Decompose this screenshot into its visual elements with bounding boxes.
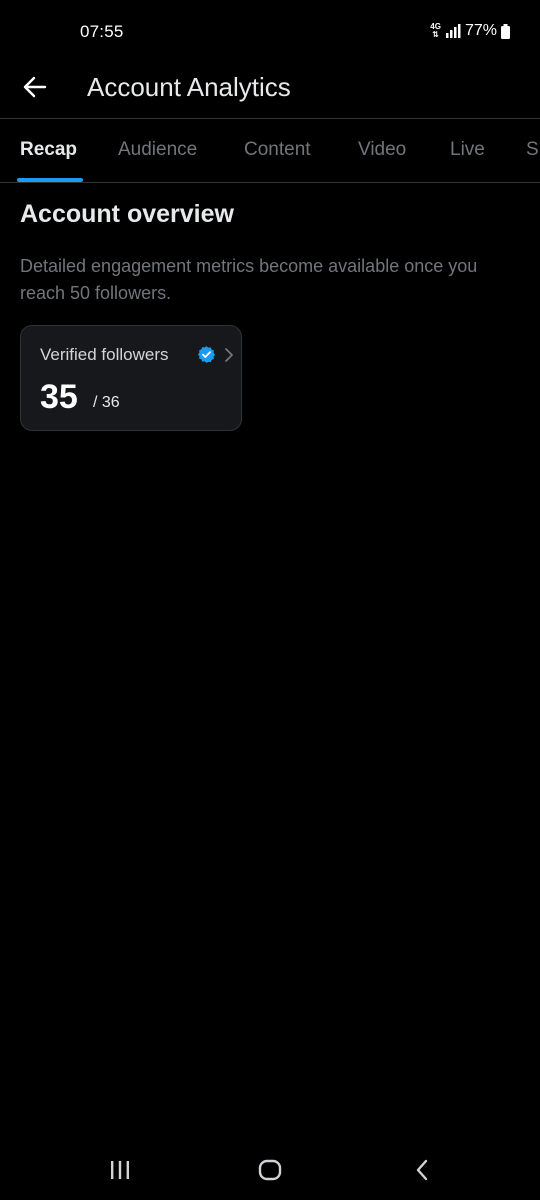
- page-title: Account Analytics: [87, 72, 291, 102]
- tab-recap[interactable]: Recap: [20, 139, 77, 161]
- tab-truncated[interactable]: S: [526, 139, 539, 161]
- status-time: 07:55: [80, 22, 124, 41]
- metric-total: / 36: [93, 394, 120, 411]
- status-bar: 07:55 4G ⇅ 77%: [0, 0, 540, 64]
- back-button[interactable]: [20, 72, 50, 102]
- arrow-left-icon: [23, 76, 47, 98]
- home-button[interactable]: [250, 1154, 290, 1186]
- metric-value: 35: [40, 378, 78, 416]
- verified-followers-card[interactable]: Verified followers 35 / 36: [20, 325, 242, 431]
- system-back-button[interactable]: [402, 1154, 442, 1186]
- data-arrows-icon: ⇅: [432, 30, 439, 39]
- back-icon: [416, 1159, 428, 1181]
- analytics-screen: 07:55 4G ⇅ 77% Account Analytics Recap A…: [0, 0, 540, 1200]
- recent-apps-button[interactable]: [100, 1154, 140, 1186]
- section-title: Account overview: [20, 200, 234, 228]
- chevron-right-icon: [225, 348, 233, 362]
- section-description: Detailed engagement metrics become avail…: [20, 256, 478, 303]
- metric-label: Verified followers: [40, 345, 169, 364]
- status-indicators: 4G ⇅ 77%: [430, 22, 510, 40]
- tab-video[interactable]: Video: [358, 139, 406, 161]
- tab-audience[interactable]: Audience: [118, 139, 197, 161]
- recent-apps-icon: [111, 1161, 129, 1179]
- active-tab-indicator: [17, 178, 83, 182]
- verified-badge-icon: [197, 346, 216, 363]
- signal-icon: [445, 24, 461, 38]
- battery-icon: [501, 23, 510, 39]
- tab-live[interactable]: Live: [450, 139, 485, 161]
- tab-content[interactable]: Content: [244, 139, 311, 161]
- battery-percent: 77%: [464, 22, 497, 39]
- tab-bar: Recap Audience Content Video Live S: [0, 119, 540, 183]
- home-icon: [258, 1159, 282, 1181]
- network-type-icon: 4G ⇅: [430, 23, 441, 39]
- app-header: Account Analytics: [0, 64, 540, 119]
- system-nav-bar: [0, 1140, 540, 1200]
